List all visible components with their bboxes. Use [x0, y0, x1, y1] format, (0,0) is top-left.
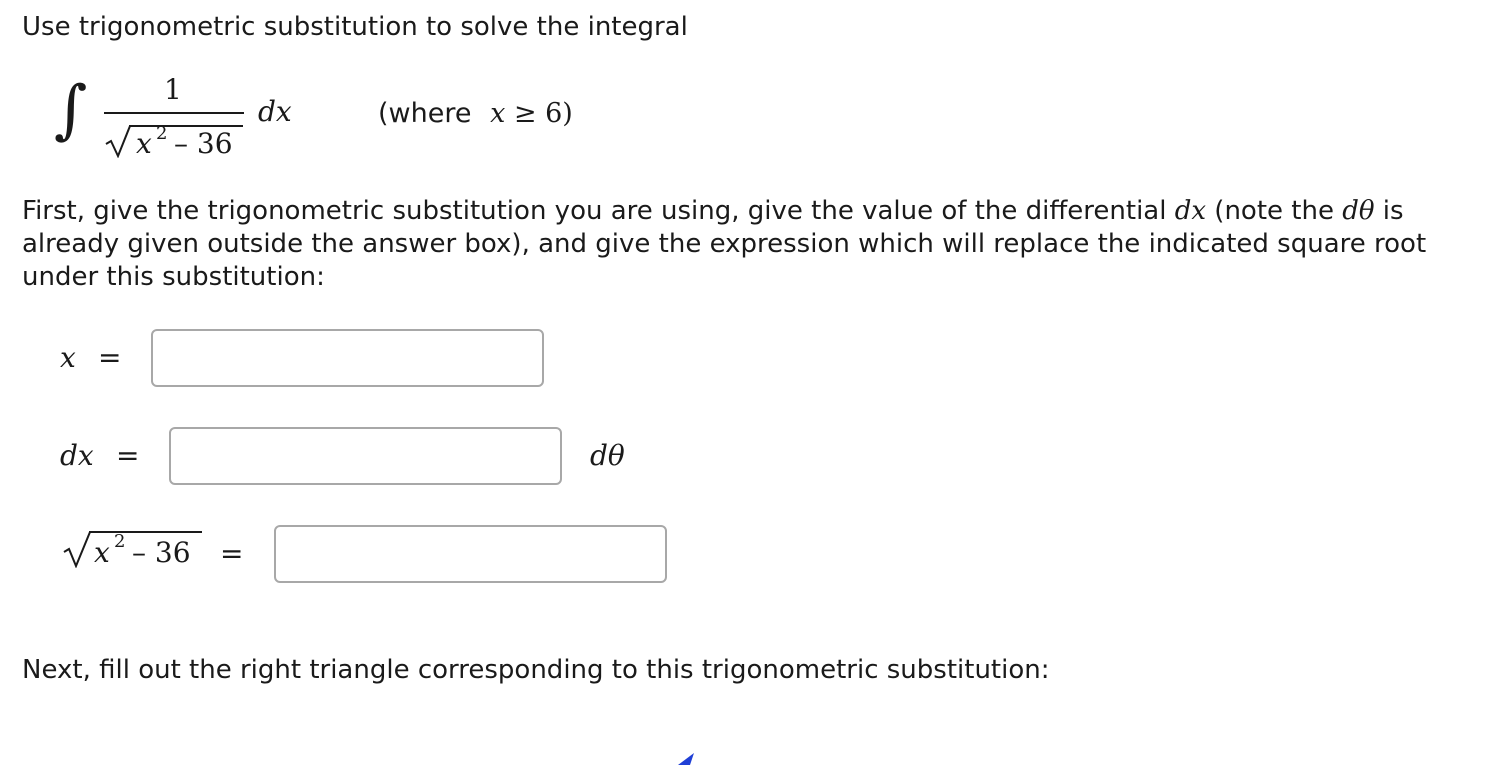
- radicand-constant: – 36: [174, 127, 233, 160]
- radicand-exponent: 2: [156, 123, 168, 144]
- dx-label: dx: [60, 439, 94, 472]
- sqrt-constant: – 36: [132, 536, 191, 569]
- sqrt-radical-bar: [89, 531, 202, 533]
- fraction-line: [104, 112, 244, 114]
- dx-equals: =: [116, 439, 140, 472]
- instructions-line-1-c: is: [1374, 196, 1404, 226]
- condition-open: (where: [378, 98, 472, 129]
- condition-bound: ≥ 6): [513, 98, 573, 129]
- instructions-line-2: already given outside the answer box), a…: [22, 229, 1427, 259]
- condition: (where x ≥ 6): [378, 98, 573, 130]
- radicand-variable: x: [136, 127, 152, 160]
- sqrt-radical-sign: [62, 530, 92, 569]
- sqrt-exponent: 2: [114, 531, 126, 552]
- next-instruction: Next, fill out the right triangle corres…: [22, 655, 1050, 685]
- integral-differential: dx: [258, 95, 292, 128]
- instructions-dx: dx: [1174, 196, 1207, 226]
- instructions-line-3: under this substitution:: [22, 262, 325, 292]
- x-substitution-input[interactable]: [151, 329, 544, 387]
- integral-numerator: 1: [164, 73, 182, 106]
- instructions-dtheta: dθ: [1342, 196, 1375, 226]
- dtheta-suffix: dθ: [590, 439, 625, 472]
- sqrt-equals: =: [220, 537, 244, 570]
- triangle-arrow-icon: [672, 750, 702, 765]
- instructions-line-1-b: (note the: [1206, 196, 1343, 226]
- instruction-title: Use trigonometric substitution to solve …: [22, 12, 688, 42]
- x-label: x: [60, 341, 76, 374]
- instructions-line-1: First, give the trigonometric substituti…: [22, 195, 1404, 228]
- sqrt-replacement-input[interactable]: [274, 525, 667, 583]
- integral-sign: ∫: [54, 73, 88, 147]
- instructions-line-1-a: First, give the trigonometric substituti…: [22, 196, 1175, 226]
- dx-input[interactable]: [169, 427, 562, 485]
- x-equals: =: [98, 341, 122, 374]
- radical-sign: [104, 124, 132, 159]
- condition-variable: x: [490, 98, 506, 129]
- sqrt-variable: x: [94, 536, 110, 569]
